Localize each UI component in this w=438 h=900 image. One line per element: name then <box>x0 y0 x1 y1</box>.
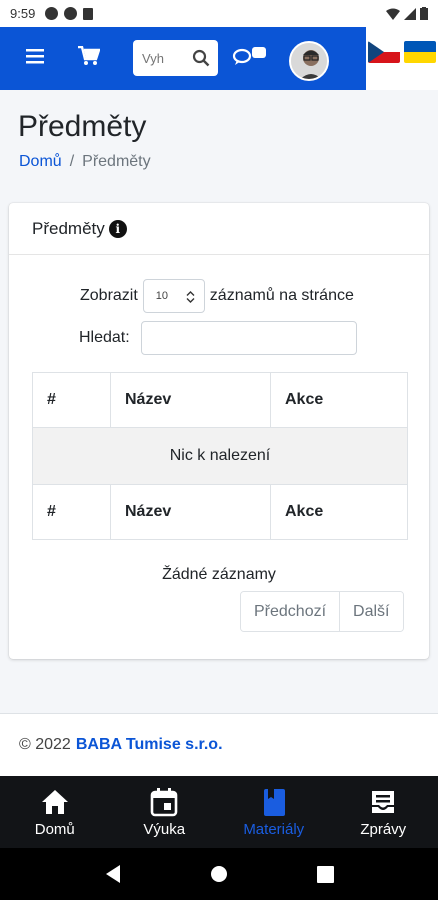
nav-item-messages[interactable]: Zprávy <box>329 776 438 848</box>
show-prefix-label: Zobrazit <box>80 287 138 304</box>
home-button-icon[interactable] <box>210 865 228 883</box>
page-length-control: Zobrazit 10 záznamů na stránce <box>80 279 354 313</box>
status-time: 9:59 <box>10 6 36 21</box>
system-navigation-bar <box>0 848 438 900</box>
breadcrumb: Domů / Předměty <box>19 153 151 171</box>
page-length-select[interactable]: 10 <box>142 279 205 313</box>
card-title: Předměty <box>32 218 105 238</box>
inbox-icon <box>372 790 395 813</box>
chat-icon[interactable] <box>232 44 268 68</box>
search-input[interactable] <box>142 50 192 66</box>
sd-card-icon <box>83 7 94 20</box>
column-footer-actions: Akce <box>270 484 408 540</box>
copyright-text: © 2022 <box>19 736 71 753</box>
table-search-input[interactable] <box>140 321 357 355</box>
ukraine-flag[interactable] <box>404 41 436 63</box>
column-header-number[interactable]: # <box>32 372 111 428</box>
show-suffix-label: záznamů na stránce <box>209 287 354 304</box>
next-page-button[interactable]: Další <box>339 592 403 631</box>
search-label: Hledat: <box>79 329 130 346</box>
company-link[interactable]: BABA Tumise s.r.o. <box>76 736 223 754</box>
page-title: Předměty <box>18 110 147 143</box>
search-icon[interactable] <box>192 49 210 67</box>
table-info: Žádné záznamy <box>162 566 276 583</box>
czech-flag[interactable] <box>368 41 400 63</box>
status-bar: 9:59 <box>0 0 438 27</box>
search-box <box>133 40 218 76</box>
calendar-icon <box>150 787 178 816</box>
bottom-navigation: Domů Výuka Materiály Zprávy <box>0 776 438 848</box>
page-footer: © 2022 BABA Tumise s.r.o. <box>0 713 438 776</box>
nav-item-home[interactable]: Domů <box>0 776 110 848</box>
column-header-actions[interactable]: Akce <box>270 372 408 428</box>
subjects-table: # Název Akce Nic k nalezení # Název Akce <box>32 372 408 540</box>
pagination: Předchozí Další <box>240 591 404 632</box>
table-search: Hledat: <box>79 321 357 355</box>
column-header-name[interactable]: Název <box>110 372 271 428</box>
back-icon[interactable] <box>104 864 122 884</box>
info-icon[interactable]: i <box>108 219 127 238</box>
breadcrumb-home-link[interactable]: Domů <box>19 153 62 170</box>
nav-label-messages: Zprávy <box>360 820 407 838</box>
subjects-card: Předměty i Zobrazit 10 záznamů na stránc… <box>9 203 429 659</box>
table-header-row: # Název Akce <box>32 372 408 428</box>
table-footer-row: # Název Akce <box>32 484 408 540</box>
book-icon <box>263 788 285 816</box>
nav-label-home: Domů <box>34 820 75 838</box>
column-footer-name: Název <box>110 484 271 540</box>
page-length-value: 10 <box>155 290 169 302</box>
avatar[interactable] <box>289 41 329 81</box>
nav-item-lessons[interactable]: Výuka <box>110 776 220 848</box>
cart-icon[interactable] <box>78 45 100 67</box>
signal-icon <box>404 7 416 20</box>
breadcrumb-separator: / <box>69 153 75 170</box>
nav-label-materials: Materiály <box>243 820 305 838</box>
empty-table-message: Nic k nalezení <box>32 427 408 485</box>
column-footer-number: # <box>32 484 111 540</box>
breadcrumb-current: Předměty <box>82 153 151 170</box>
language-flags <box>366 27 438 90</box>
hamburger-icon[interactable] <box>26 47 44 65</box>
notification-icon <box>45 7 59 20</box>
card-header: Předměty i <box>9 203 429 255</box>
battery-icon <box>420 7 428 20</box>
nav-item-materials[interactable]: Materiály <box>219 776 329 848</box>
home-icon <box>41 789 68 814</box>
wifi-icon <box>386 8 400 20</box>
notification-icon <box>64 7 78 20</box>
table-row: Nic k nalezení <box>32 427 408 485</box>
chevron-updown-icon <box>186 291 195 303</box>
nav-label-lessons: Výuka <box>143 820 186 838</box>
recents-icon[interactable] <box>316 865 334 883</box>
top-navbar <box>0 27 366 90</box>
previous-page-button[interactable]: Předchozí <box>241 592 340 631</box>
